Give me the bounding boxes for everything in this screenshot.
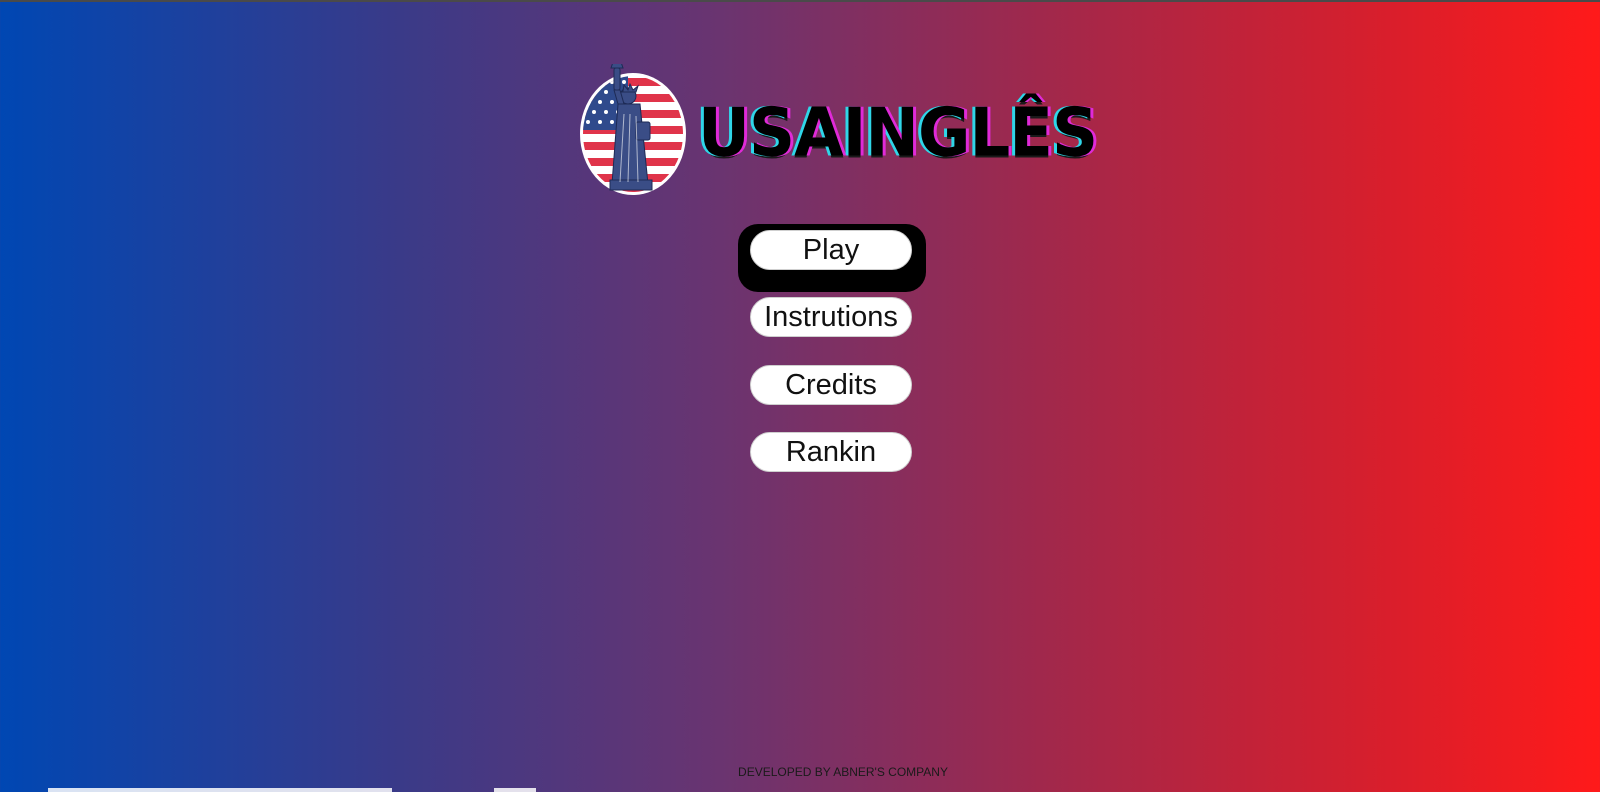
ranking-button[interactable]: Rankin [750,432,912,472]
window-top-border [0,0,1600,2]
bottom-strip-left [48,788,392,792]
statue-of-liberty-flag-emblem-icon [580,64,686,195]
footer-credit: DEVELOPED BY ABNER'S COMPANY [738,765,948,779]
play-button[interactable]: Play [750,230,912,270]
app-title: USAINGLÊS [698,94,1098,173]
logo: USAINGLÊS [578,64,1098,200]
credits-button[interactable]: Credits [750,365,912,405]
instructions-button[interactable]: Instrutions [750,297,912,337]
bottom-strip-right [494,788,536,792]
